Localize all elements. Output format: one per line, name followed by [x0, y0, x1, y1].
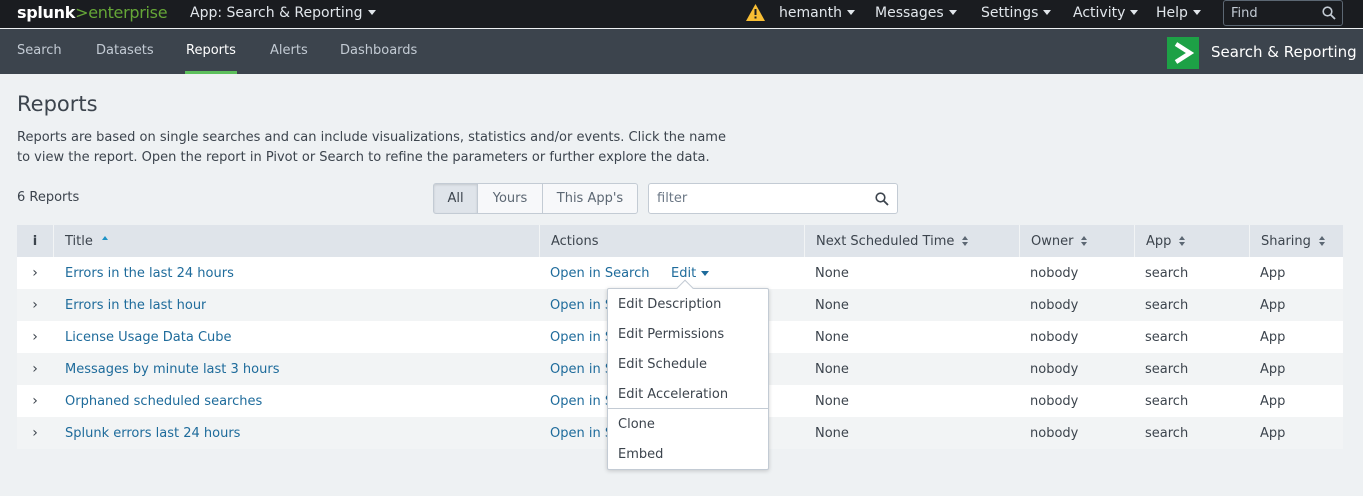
app-logo-icon: [1167, 37, 1199, 69]
app-title: Search & Reporting: [1211, 43, 1357, 61]
filter-input[interactable]: [649, 184, 867, 213]
owner-cell: nobody: [1030, 297, 1079, 313]
app-cell: search: [1145, 361, 1189, 377]
filter-all-button[interactable]: All: [433, 183, 478, 214]
nav-reports[interactable]: Reports: [186, 43, 236, 58]
menu-item-edit-schedule[interactable]: Edit Schedule: [618, 349, 707, 379]
page-title: Reports: [17, 92, 98, 116]
splunk-logo[interactable]: splunk>enterprise: [17, 3, 168, 22]
table-header: i Title Actions Next Scheduled Time Owne…: [17, 225, 1343, 257]
sharing-cell: App: [1260, 361, 1286, 377]
report-title-link[interactable]: License Usage Data Cube: [65, 321, 232, 353]
menu-item-edit-description[interactable]: Edit Description: [618, 289, 721, 319]
chevron-down-icon: [1043, 9, 1052, 15]
warning-icon[interactable]: [746, 4, 765, 21]
app-cell: search: [1145, 265, 1189, 281]
open-in-search-link[interactable]: Open in Search: [550, 257, 650, 289]
nav-alerts[interactable]: Alerts: [270, 43, 308, 58]
owner-cell: nobody: [1030, 393, 1079, 409]
chevron-down-icon: [948, 9, 957, 15]
next-scheduled-time: None: [815, 425, 849, 441]
next-scheduled-column-header[interactable]: Next Scheduled Time: [804, 225, 1019, 257]
owner-cell: nobody: [1030, 425, 1079, 441]
app-menu[interactable]: App: Search & Reporting: [190, 5, 376, 21]
sharing-column-header[interactable]: Sharing: [1249, 225, 1343, 257]
find-input[interactable]: [1224, 1, 1324, 25]
chevron-down-icon: [1130, 9, 1139, 15]
app-cell: search: [1145, 329, 1189, 345]
menu-item-edit-permissions[interactable]: Edit Permissions: [618, 319, 724, 349]
chevron-right-icon[interactable]: ›: [17, 353, 53, 385]
app-cell: search: [1145, 425, 1189, 441]
filter-box: [648, 183, 898, 214]
chevron-right-icon[interactable]: ›: [17, 321, 53, 353]
user-menu[interactable]: hemanth: [779, 5, 855, 21]
chevron-down-icon: [846, 9, 855, 15]
sort-icon: [962, 235, 969, 247]
page-description: Reports are based on single searches and…: [17, 130, 726, 165]
next-scheduled-time: None: [815, 265, 849, 281]
chevron-down-icon: [367, 9, 376, 15]
menu-item-embed[interactable]: Embed: [618, 439, 663, 469]
chevron-down-icon: [1192, 9, 1201, 15]
report-title-link[interactable]: Errors in the last 24 hours: [65, 257, 234, 289]
app-cell: search: [1145, 393, 1189, 409]
owner-cell: nobody: [1030, 361, 1079, 377]
filter-this-app-button[interactable]: This App's: [542, 183, 638, 214]
sharing-cell: App: [1260, 297, 1286, 313]
title-column-header[interactable]: Title: [53, 225, 539, 257]
chevron-down-icon: [701, 271, 710, 276]
report-count: 6 Reports: [17, 190, 80, 205]
next-scheduled-time: None: [815, 297, 849, 313]
top-bar: splunk>enterprise App: Search & Reportin…: [0, 0, 1363, 28]
search-icon[interactable]: [1322, 6, 1336, 20]
sort-ascending-icon: [101, 236, 108, 240]
edit-dropdown-menu: Edit Description Edit Permissions Edit S…: [607, 288, 769, 470]
next-scheduled-time: None: [815, 393, 849, 409]
report-title-link[interactable]: Splunk errors last 24 hours: [65, 417, 240, 449]
next-scheduled-time: None: [815, 361, 849, 377]
next-scheduled-time: None: [815, 329, 849, 345]
active-tab-indicator: [185, 71, 237, 74]
sort-icon: [1318, 235, 1326, 247]
sharing-cell: App: [1260, 393, 1286, 409]
app-column-header[interactable]: App: [1134, 225, 1249, 257]
sharing-cell: App: [1260, 329, 1286, 345]
nav-datasets[interactable]: Datasets: [96, 43, 154, 58]
messages-menu[interactable]: Messages: [875, 5, 957, 21]
search-icon[interactable]: [875, 192, 889, 206]
owner-cell: nobody: [1030, 265, 1079, 281]
app-cell: search: [1145, 297, 1189, 313]
sort-icon: [1081, 235, 1088, 247]
help-menu[interactable]: Help: [1156, 5, 1201, 21]
info-column-header[interactable]: i: [17, 225, 53, 257]
owner-cell: nobody: [1030, 329, 1079, 345]
sharing-cell: App: [1260, 265, 1286, 281]
info-icon: i: [32, 233, 38, 249]
report-title-link[interactable]: Orphaned scheduled searches: [65, 385, 262, 417]
nav-dashboards[interactable]: Dashboards: [340, 43, 417, 58]
chevron-right-icon[interactable]: ›: [17, 289, 53, 321]
settings-menu[interactable]: Settings: [981, 5, 1052, 21]
sort-icon: [1179, 235, 1186, 247]
filter-yours-button[interactable]: Yours: [477, 183, 543, 214]
actions-column-header: Actions: [539, 225, 804, 257]
report-title-link[interactable]: Errors in the last hour: [65, 289, 206, 321]
report-title-link[interactable]: Messages by minute last 3 hours: [65, 353, 279, 385]
chevron-right-icon[interactable]: ›: [17, 417, 53, 449]
owner-column-header[interactable]: Owner: [1019, 225, 1134, 257]
chevron-right-icon[interactable]: ›: [17, 385, 53, 417]
sharing-cell: App: [1260, 425, 1286, 441]
activity-menu[interactable]: Activity: [1073, 5, 1139, 21]
menu-item-clone[interactable]: Clone: [618, 409, 655, 439]
menu-item-edit-acceleration[interactable]: Edit Acceleration: [618, 379, 728, 409]
chevron-right-icon[interactable]: ›: [17, 257, 53, 289]
nav-search[interactable]: Search: [17, 43, 62, 58]
find-search-box: [1223, 0, 1343, 26]
